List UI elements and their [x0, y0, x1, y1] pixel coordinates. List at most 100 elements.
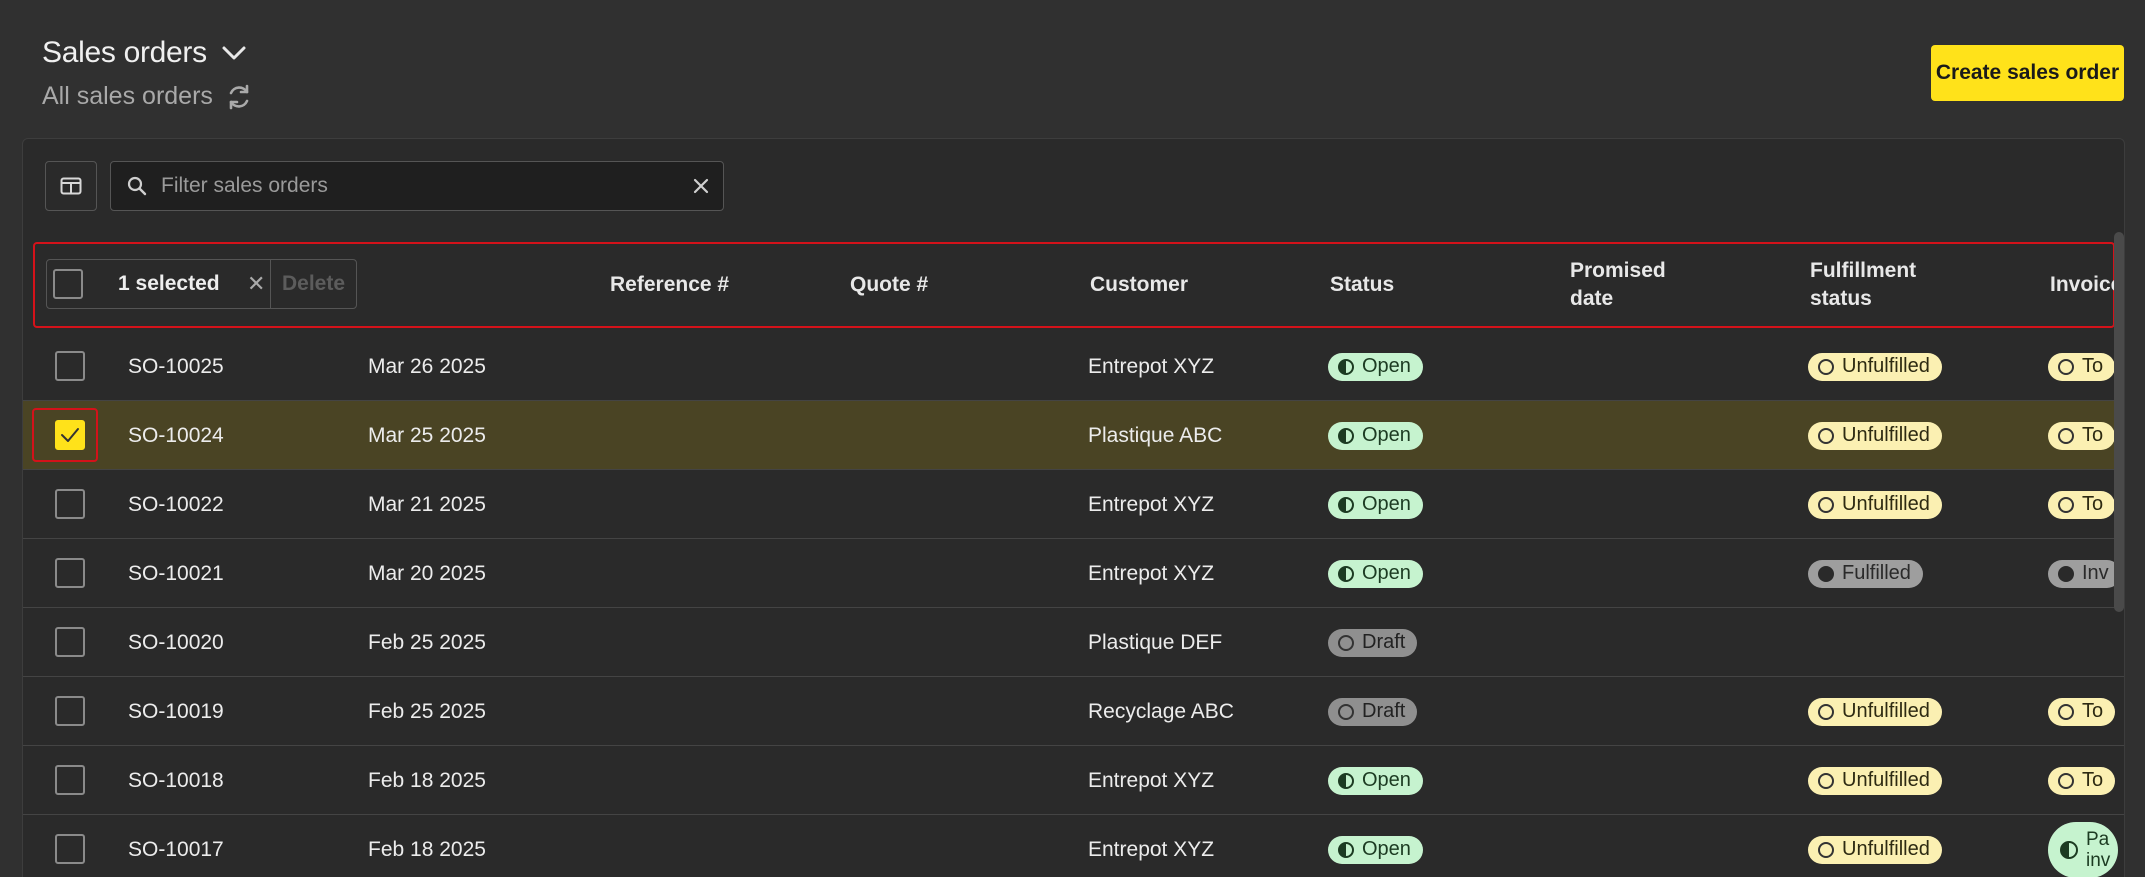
empty-circle-icon — [1818, 772, 1834, 789]
empty-circle-icon — [1818, 358, 1834, 375]
column-header-fulfillment-status[interactable]: Fulfillment status — [1810, 257, 1916, 313]
status-badge: Open — [1328, 490, 1423, 519]
status-text: Draft — [1362, 631, 1406, 653]
half-circle-icon — [1338, 427, 1354, 444]
status-badge: Draft — [1328, 697, 1418, 726]
fulfillment-badge: Unfulfilled — [1808, 697, 1942, 726]
fulfillment-badge: Unfulfilled — [1808, 490, 1942, 519]
table-row[interactable]: SO-10021 Mar 20 2025 Entrepot XYZ Open F… — [23, 539, 2124, 608]
status-badge: Open — [1328, 352, 1423, 381]
orders-table-card: 1 selected ✕ Delete Reference # Quote # … — [22, 138, 2125, 877]
column-header-promised-line1: Promised — [1570, 259, 1666, 282]
delete-button[interactable]: Delete — [269, 260, 356, 308]
select-all-checkbox[interactable] — [53, 269, 84, 299]
order-id[interactable]: SO-10024 — [128, 401, 224, 470]
select-all-checkbox-cell[interactable] — [47, 260, 89, 308]
order-customer: Plastique DEF — [1088, 630, 1223, 654]
column-header-fulfillment-line1: Fulfillment — [1810, 259, 1917, 282]
status-text: Open — [1362, 355, 1411, 377]
invoice-badge: To — [2048, 697, 2116, 726]
search-input[interactable] — [161, 174, 679, 198]
fulfillment-text: Unfulfilled — [1842, 493, 1930, 515]
invoice-text-line2: inv — [2086, 849, 2111, 871]
table-row[interactable]: SO-10022 Mar 21 2025 Entrepot XYZ Open U… — [23, 470, 2124, 539]
fulfillment-badge: Unfulfilled — [1808, 352, 1942, 381]
order-id[interactable]: SO-10017 — [128, 815, 224, 877]
order-id[interactable]: SO-10021 — [128, 539, 224, 608]
sales-orders-page: Sales orders All sales orders Create sal… — [0, 0, 2145, 877]
status-text: Open — [1362, 493, 1411, 515]
order-date: Mar 20 2025 — [368, 561, 486, 585]
invoice-text: To — [2082, 355, 2104, 377]
row-checkbox[interactable] — [55, 834, 85, 864]
table-row[interactable]: SO-10019 Feb 25 2025 Recyclage ABC Draft… — [23, 677, 2124, 746]
invoice-text-line1: Pa — [2086, 828, 2110, 850]
vertical-scrollbar[interactable] — [2114, 232, 2124, 612]
invoice-badge: Pa inv — [2048, 821, 2119, 877]
status-text: Open — [1362, 562, 1411, 584]
row-checkbox[interactable] — [55, 489, 85, 519]
columns-icon — [60, 177, 82, 195]
table-row[interactable]: SO-10018 Feb 18 2025 Entrepot XYZ Open U… — [23, 746, 2124, 815]
clear-selection-icon[interactable]: ✕ — [247, 260, 266, 308]
order-customer: Entrepot XYZ — [1088, 492, 1215, 516]
row-checkbox[interactable] — [55, 351, 85, 381]
empty-circle-icon — [2058, 703, 2074, 720]
fulfillment-text: Unfulfilled — [1842, 700, 1930, 722]
order-date: Mar 26 2025 — [368, 354, 486, 378]
status-badge: Open — [1328, 559, 1423, 588]
row-checkbox[interactable] — [55, 696, 85, 726]
status-text: Draft — [1362, 700, 1406, 722]
fulfillment-badge: Unfulfilled — [1808, 766, 1942, 795]
fulfillment-text: Unfulfilled — [1842, 769, 1930, 791]
order-id[interactable]: SO-10020 — [128, 608, 224, 677]
column-header-customer[interactable]: Customer — [1090, 271, 1188, 299]
title-dropdown[interactable]: Sales orders — [42, 36, 253, 70]
half-circle-icon — [1338, 841, 1354, 858]
table-toolbar — [45, 161, 724, 211]
order-date: Feb 25 2025 — [368, 630, 486, 654]
chevron-down-icon[interactable] — [221, 43, 247, 63]
column-header-status[interactable]: Status — [1330, 271, 1394, 299]
column-header-reference[interactable]: Reference # — [610, 271, 729, 299]
status-badge: Draft — [1328, 628, 1418, 657]
order-id[interactable]: SO-10025 — [128, 332, 224, 401]
invoice-text: Inv — [2082, 562, 2109, 584]
search-field[interactable] — [110, 161, 724, 211]
empty-circle-icon — [1818, 703, 1834, 720]
half-circle-icon — [1338, 565, 1354, 582]
columns-button[interactable] — [45, 161, 97, 211]
status-text: Open — [1362, 838, 1411, 860]
column-header-invoice[interactable]: Invoice — [2050, 271, 2122, 299]
order-id[interactable]: SO-10022 — [128, 470, 224, 539]
invoice-badge: Inv — [2048, 559, 2121, 588]
order-customer: Entrepot XYZ — [1088, 354, 1215, 378]
view-subtitle: All sales orders — [42, 82, 213, 110]
check-icon — [61, 428, 79, 442]
row-checkbox[interactable] — [55, 558, 85, 588]
close-icon[interactable] — [693, 178, 709, 194]
create-sales-order-button[interactable]: Create sales order — [1931, 45, 2124, 101]
selected-count: 1 selected — [118, 272, 220, 295]
order-customer: Entrepot XYZ — [1088, 837, 1215, 861]
table-row-selected[interactable]: SO-10024 Mar 25 2025 Plastique ABC Open … — [23, 401, 2124, 470]
empty-circle-icon — [2058, 496, 2074, 513]
column-header-quote[interactable]: Quote # — [850, 271, 928, 299]
table-row[interactable]: SO-10020 Feb 25 2025 Plastique DEF Draft — [23, 608, 2124, 677]
order-id[interactable]: SO-10018 — [128, 746, 224, 815]
row-checkbox[interactable] — [55, 765, 85, 795]
refresh-icon[interactable] — [225, 83, 253, 111]
column-header-promised-date[interactable]: Promised date — [1570, 257, 1666, 313]
row-checkbox-checked[interactable] — [55, 420, 85, 450]
table-row[interactable]: SO-10025 Mar 26 2025 Entrepot XYZ Open U… — [23, 332, 2124, 401]
status-badge: Open — [1328, 421, 1423, 450]
table-row[interactable]: SO-10017 Feb 18 2025 Entrepot XYZ Open U… — [23, 815, 2124, 877]
half-circle-icon — [1338, 772, 1354, 789]
page-header: Sales orders All sales orders — [42, 36, 253, 111]
empty-circle-icon — [1818, 841, 1834, 858]
invoice-text: To — [2082, 769, 2104, 791]
order-id[interactable]: SO-10019 — [128, 677, 224, 746]
invoice-badge: To — [2048, 352, 2116, 381]
row-checkbox[interactable] — [55, 627, 85, 657]
fulfillment-text: Unfulfilled — [1842, 424, 1930, 446]
